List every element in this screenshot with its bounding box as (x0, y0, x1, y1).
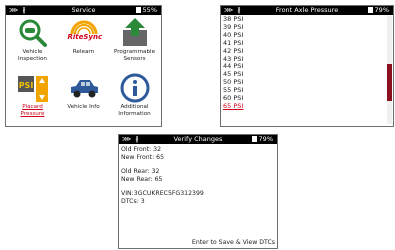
pressure-option[interactable]: 43 PSI (223, 55, 384, 64)
battery-indicator: 79% (251, 135, 273, 144)
vehicle-info-tile[interactable]: Vehicle Info (58, 70, 109, 111)
additional-information-tile[interactable]: Additional Information (109, 70, 160, 117)
tile-label-2: Pressure (20, 110, 45, 117)
pressure-option[interactable]: 44 PSI (223, 63, 384, 71)
dtc-count: DTCs: 3 (121, 197, 145, 205)
service-menu-screen: ⋙ ∦ Service 55% Vehicle Inspection RiteS… (5, 5, 162, 127)
tile-label-2: Sensors (123, 55, 146, 62)
tile-label: Programmable (113, 49, 156, 55)
ritesync-relearn-icon: RiteSync (67, 18, 103, 48)
pressure-option[interactable]: 39 PSI (223, 23, 384, 32)
status-bar: ⋙ ∦ Verify Changes 79% (119, 135, 277, 144)
battery-indicator: 79% (367, 6, 389, 15)
battery-icon (367, 7, 373, 13)
car-icon (68, 73, 100, 103)
battery-level: 79% (374, 6, 389, 14)
pressure-list[interactable]: 38 PSI 39 PSI 40 PSI 41 PSI 42 PSI 43 PSI 44 P… (223, 15, 384, 111)
scrollbar[interactable] (387, 16, 392, 124)
magnifier-car-icon (17, 18, 49, 48)
program-sensor-icon (119, 18, 151, 48)
pressure-option[interactable]: 40 PSI (223, 31, 384, 40)
placard-pressure-tile[interactable]: PSI Placard Pressure (7, 70, 58, 117)
pressure-option[interactable]: 55 PSI (223, 86, 384, 95)
new-rear-value: New Rear: 65 (121, 175, 163, 183)
scrollbar-thumb[interactable] (387, 63, 392, 102)
battery-indicator: 55% (135, 6, 157, 15)
vehicle-inspection-tile[interactable]: Vehicle Inspection (7, 15, 58, 62)
svg-text:PSI: PSI (18, 81, 33, 90)
info-icon (119, 73, 151, 103)
pressure-option[interactable]: 65 PSI (223, 102, 384, 111)
status-bar: ⋙ ∦ Front Axle Pressure 79% (221, 6, 393, 15)
new-front-value: New Front: 65 (121, 153, 165, 161)
tile-label-2: Information (118, 110, 151, 117)
save-prompt[interactable]: Enter to Save & View DTCs (192, 239, 275, 246)
pressure-option[interactable]: 41 PSI (223, 39, 384, 48)
battery-level: 79% (258, 135, 273, 143)
status-bar: ⋙ ∦ Service 55% (6, 6, 161, 15)
pressure-option[interactable]: 42 PSI (223, 47, 384, 56)
verify-changes-screen: ⋙ ∦ Verify Changes 79% Old Front: 32 New… (118, 134, 278, 249)
old-front-value: Old Front: 32 (121, 146, 162, 153)
pressure-option[interactable]: 60 PSI (223, 94, 384, 103)
pressure-option[interactable]: 50 PSI (223, 78, 384, 87)
pressure-option[interactable]: 38 PSI (223, 15, 384, 24)
battery-icon (135, 7, 141, 13)
vin-value: VIN:3GCUKREC5FG312399 (121, 190, 204, 198)
tile-label: Relearn (72, 49, 95, 55)
programmable-sensors-tile[interactable]: Programmable Sensors (109, 15, 160, 62)
old-rear-value: Old Rear: 32 (121, 168, 160, 176)
relearn-tile[interactable]: RiteSync Relearn (58, 15, 109, 56)
battery-level: 55% (142, 6, 157, 14)
front-axle-pressure-screen: ⋙ ∦ Front Axle Pressure 79% 38 PSI 39 PSI… (220, 5, 394, 127)
tile-label-2: Inspection (18, 55, 47, 62)
tile-label: Vehicle Info (67, 104, 100, 110)
battery-icon (251, 136, 257, 142)
ritesync-brand: RiteSync (67, 33, 103, 41)
psi-placard-icon: PSI (17, 73, 49, 103)
pressure-option[interactable]: 45 PSI (223, 70, 384, 79)
